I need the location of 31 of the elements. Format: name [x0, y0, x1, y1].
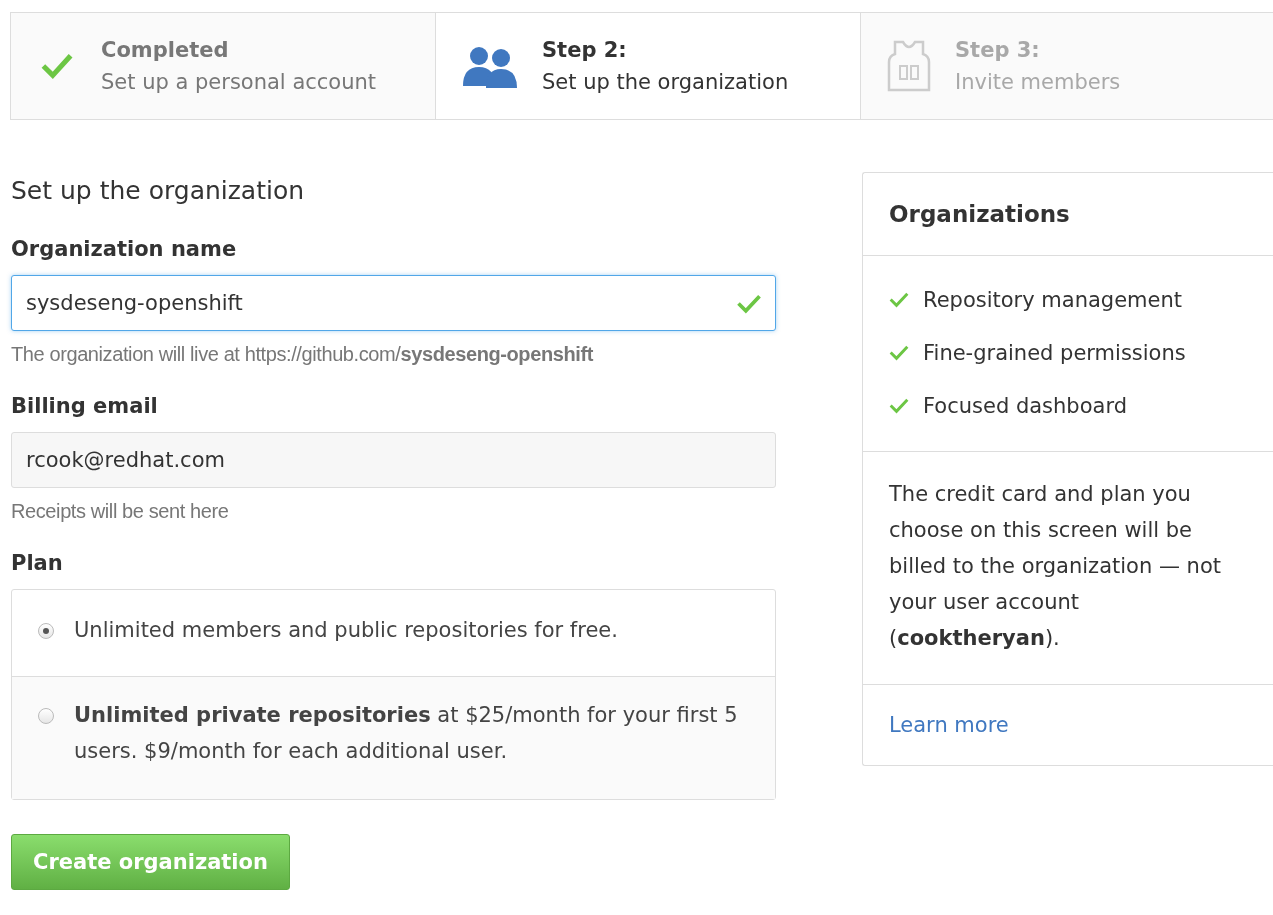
- check-icon: [889, 291, 909, 308]
- section-heading: Set up the organization: [11, 176, 306, 205]
- feature-item: Fine-grained permissions: [923, 340, 1186, 365]
- step-title: Completed: [101, 38, 230, 62]
- people-icon: [462, 44, 518, 88]
- radio-button[interactable]: [38, 623, 54, 639]
- plan-description: Unlimited private repositories at $25/month for your first 5 users. $9/month for each additional user.: [74, 702, 739, 765]
- plan-option[interactable]: Unlimited members and public repositories for free.: [12, 590, 775, 676]
- field-label: Organization name: [11, 237, 238, 261]
- check-icon: [889, 397, 909, 414]
- step-subtitle: Invite members: [955, 70, 1121, 94]
- jersey-icon: [887, 38, 931, 94]
- feature-item: Focused dashboard: [923, 393, 1127, 418]
- step-title: Step 3:: [955, 38, 1041, 62]
- field-label: Billing email: [11, 394, 159, 418]
- step-subtitle: Set up the organization: [542, 70, 789, 94]
- field-hint: The organization will live at https://github.com/sysdeseng-openshift: [11, 343, 595, 366]
- plan-description: Unlimited members and public repositories for free.: [74, 617, 618, 644]
- plan-option[interactable]: Unlimited private repositories at $25/month for your first 5 users. $9/month for each additional user.: [12, 676, 775, 799]
- feature-item: Repository management: [923, 287, 1182, 312]
- organization-name-field[interactable]: sysdeseng-openshift: [11, 275, 776, 331]
- panel-title: Organizations: [863, 173, 1273, 256]
- step-subtitle: Set up a personal account: [101, 70, 377, 94]
- field-hint: Receipts will be sent here: [11, 500, 230, 523]
- check-icon: [889, 344, 909, 361]
- billing-email-field[interactable]: rcook@redhat.com: [11, 432, 776, 488]
- field-label: Plan: [11, 551, 64, 575]
- step-title: Step 2:: [542, 38, 628, 62]
- radio-button[interactable]: [38, 708, 54, 724]
- learn-more-link[interactable]: Learn more: [889, 713, 1009, 737]
- billing-note: The credit card and plan you choose on this screen will be billed to the organization — not your user account (cooktheryan).: [863, 452, 1273, 685]
